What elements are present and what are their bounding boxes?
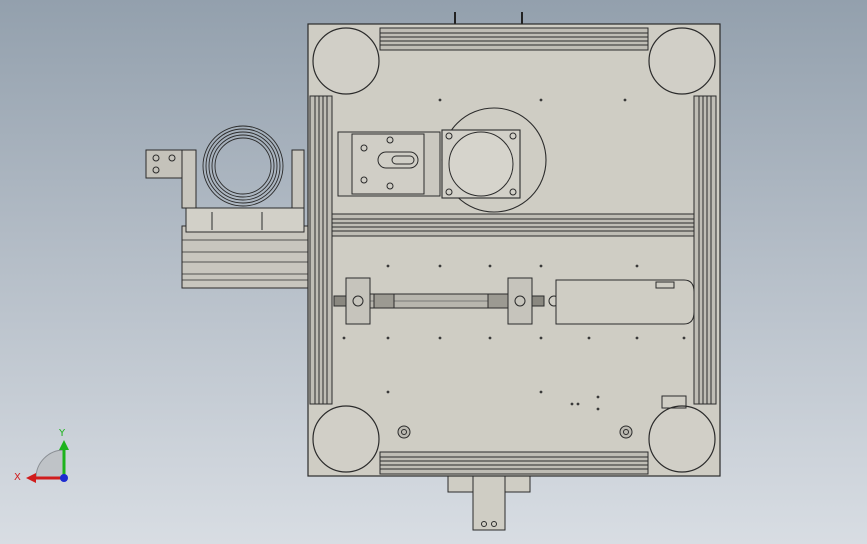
view-orientation-triad[interactable]: Y X (14, 428, 69, 483)
fitting-left (397, 425, 411, 439)
main-base-plate (307, 23, 721, 477)
right-frame-profile (693, 95, 717, 405)
caster-bottom-left (312, 405, 380, 473)
cable-coil (202, 125, 284, 207)
bottom-mount-tab (447, 473, 531, 531)
x-axis-label: X (14, 472, 21, 483)
z-axis-dot (60, 474, 68, 482)
slot-cutout (555, 279, 695, 325)
left-frame-profile (309, 95, 333, 405)
y-axis-label: Y (58, 428, 66, 439)
assembly-drawing: Y X (14, 12, 721, 531)
caster-top-left (312, 27, 380, 95)
fitting-right (619, 425, 633, 439)
caster-bottom-right (648, 405, 716, 473)
middle-cross-profile (331, 213, 695, 237)
cad-viewport[interactable]: Y X (0, 0, 867, 544)
caster-top-right (648, 27, 716, 95)
bottom-frame-profile (379, 451, 649, 475)
top-frame-profile (379, 27, 649, 51)
left-bracket-assembly (145, 125, 311, 289)
